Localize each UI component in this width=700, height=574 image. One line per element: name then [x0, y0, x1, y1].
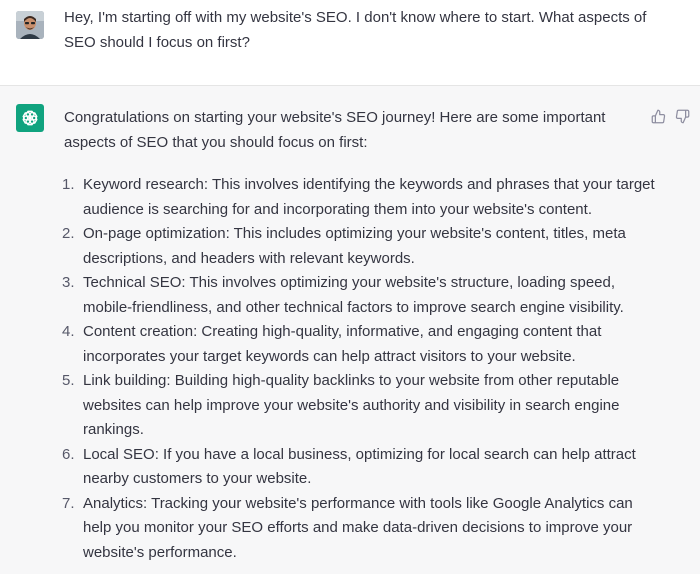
openai-logo-icon: [16, 104, 44, 132]
list-item: 5. Link building: Building high-quality …: [62, 369, 662, 443]
list-item: 4. Content creation: Creating high-quali…: [62, 320, 662, 369]
list-item-number: 3.: [62, 274, 75, 291]
list-item-text: On-page optimization: This includes opti…: [83, 225, 626, 267]
user-avatar: [16, 11, 44, 39]
list-item: 1. Keyword research: This involves ident…: [62, 173, 662, 222]
list-item: 3. Technical SEO: This involves optimizi…: [62, 271, 662, 320]
list-item-number: 4.: [62, 323, 75, 340]
list-item-number: 1.: [62, 176, 75, 193]
list-item: 7. Analytics: Tracking your website's pe…: [62, 492, 662, 566]
list-item-number: 2.: [62, 225, 75, 242]
list-item-text: Link building: Building high-quality bac…: [83, 372, 620, 438]
list-item-number: 6.: [62, 445, 75, 463]
seo-aspects-list: 1. Keyword research: This involves ident…: [62, 173, 662, 565]
user-message-text: Hey, I'm starting off with my website's …: [64, 9, 647, 51]
assistant-intro-text: Congratulations on starting your website…: [64, 109, 606, 151]
feedback-buttons: [650, 108, 690, 124]
list-item-text: Local SEO: If you have a local business,…: [83, 445, 636, 488]
assistant-message: Congratulations on starting your website…: [0, 86, 700, 574]
list-item: 6. Local SEO: If you have a local busine…: [62, 443, 662, 492]
list-item-text: Keyword research: This involves identify…: [83, 176, 655, 218]
thumbs-up-icon[interactable]: [650, 108, 666, 124]
list-item-number: 5.: [62, 372, 75, 389]
list-item-number: 7.: [62, 494, 75, 512]
list-item-text: Content creation: Creating high-quality,…: [83, 323, 602, 365]
user-message: Hey, I'm starting off with my website's …: [0, 0, 700, 86]
thumbs-down-icon[interactable]: [674, 108, 690, 124]
list-item-text: Analytics: Tracking your website's perfo…: [83, 494, 633, 561]
list-item-text: Technical SEO: This involves optimizing …: [83, 274, 624, 316]
list-item: 2. On-page optimization: This includes o…: [62, 222, 662, 271]
chat-thread: Hey, I'm starting off with my website's …: [0, 0, 700, 574]
